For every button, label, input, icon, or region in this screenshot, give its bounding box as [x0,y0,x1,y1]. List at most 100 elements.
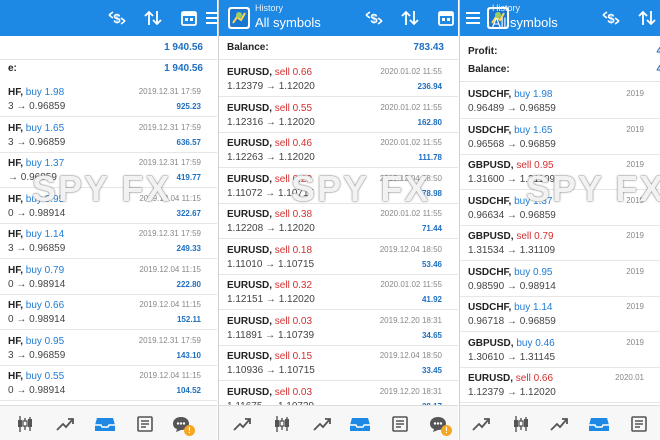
trade-icon[interactable] [548,413,570,435]
chat-icon[interactable]: ! [170,413,195,436]
deal-row[interactable]: GBPUSD, sell 0.79 1.31534 → 1.31109 2019 [460,226,660,261]
deal-side: buy 1.14 [25,229,65,240]
deal-row[interactable]: EURUSD, sell 0.38 1.12208 → 1.12020 2020.0… [219,204,458,239]
deal-row[interactable]: HF, buy 0.95 0 → 0.98914 2019.12.04 11:15 3… [0,189,217,224]
symbol-filter[interactable]: All symbols [492,15,558,31]
deal-row[interactable]: HF, buy 1.14 3 → 0.96859 2019.12.31 17:59 2… [0,224,217,259]
deal-side: buy 1.98 [514,89,553,100]
sort-icon[interactable] [142,7,164,29]
deal-side: buy 1.98 [25,87,65,98]
deal-row[interactable]: EURUSD, sell 0.15 1.10936 → 1.10715 2019.1… [219,346,458,381]
deal-prices: 0 → 0.98914 [8,278,66,290]
deal-symbol: HF, buy 0.66 [8,300,64,311]
currency-exchange-icon[interactable]: $ [106,7,128,29]
history-inbox-icon[interactable] [588,413,610,435]
deal-row[interactable]: EURUSD, sell 0.32 1.12151 → 1.12020 2020.0… [219,275,458,310]
menu-icon[interactable] [202,7,217,29]
deal-side: buy 1.65 [514,124,553,136]
deal-side: sell 0.95 [516,160,554,171]
deal-row[interactable]: GBPUSD, buy 0.46 1.30610 → 1.31145 2019 [460,333,660,368]
deal-side: sell 0.66 [274,67,313,78]
deal-row[interactable]: EURUSD, sell 0.66 1.12379 → 1.12020 2020.0… [460,368,660,403]
deal-row[interactable]: USDCHF, buy 1.14 0.96718 → 0.96859 2019 [460,297,660,332]
deal-row[interactable]: HF, buy 0.55 0 → 0.98914 2019.12.04 11:15 1… [0,366,217,401]
deal-symbol-text: GBPUSD, [468,160,514,171]
trade-icon[interactable] [311,413,333,435]
summary-value: 1 940.56 [164,63,203,74]
deal-time: 2019 [626,231,644,240]
history-panel-middle: History All symbols $ Balance: 783.43 EU… [218,0,458,440]
deal-row[interactable]: USDCHF, buy 0.95 0.98590 → 0.98914 2019 [460,262,660,297]
sort-icon[interactable] [636,7,658,29]
deal-row[interactable]: HF, buy 0.66 0 → 0.98914 2019.12.04 11:15 1… [0,295,217,330]
deal-row[interactable]: GBPUSD, sell 0.95 1.31600 → 1.31109 2019 [460,155,660,190]
deal-symbol: HF, buy 1.65 [8,123,64,134]
deal-row[interactable]: HF, buy 0.95 3 → 0.96859 2019.12.31 17:59 1… [0,331,217,366]
summary-value: 783.43 [413,42,444,53]
deal-side: sell 0.32 [274,280,313,291]
history-inbox-icon[interactable] [349,413,371,435]
trade-icon[interactable] [231,413,253,435]
deal-time: 2020.01.02 11:55 [380,209,442,218]
deal-row[interactable]: EURUSD, sell 0.46 1.12263 → 1.12020 2020.0… [219,133,458,168]
deal-row[interactable]: USDCHF, buy 1.65 0.96568 → 0.96859 2019 [460,120,660,155]
deal-symbol-text: EURUSD, [227,67,273,78]
deal-row[interactable]: HF, buy 1.98 3 → 0.96859 2019.12.31 17:59 9… [0,82,217,117]
deal-profit: 53.46 [421,259,442,269]
chat-icon[interactable]: ! [427,413,452,436]
svg-text:$: $ [607,11,615,26]
deal-row[interactable]: HF, buy 1.37 → 0.96859 2019.12.31 17:59 419… [0,153,217,188]
top-bar: $ [0,0,217,36]
deal-symbol: EURUSD, sell 0.46 [227,138,312,149]
candlestick-chart-icon[interactable] [14,413,36,435]
deal-symbol-text: HF, [8,229,23,240]
deal-row[interactable]: EURUSD, sell 0.18 1.11010 → 1.10715 2019.1… [219,240,458,275]
bottom-nav [460,405,660,440]
currency-exchange-icon[interactable]: $ [363,7,385,29]
deal-prices: 1.11010 → 1.10715 [227,258,315,270]
deal-symbol: USDCHF, buy 1.98 [468,89,553,100]
deal-prices: 1.11072 → 1.10715 [227,187,315,199]
calendar-icon[interactable] [178,7,200,29]
deal-side: sell 0.03 [274,386,313,398]
deal-symbol-text: EURUSD, [227,351,273,362]
calendar-icon[interactable] [459,7,460,29]
news-icon[interactable] [628,413,650,435]
deal-row[interactable]: EURUSD, sell 0.66 1.12379 → 1.12020 2020.0… [219,62,458,97]
deal-side: buy 1.14 [514,302,553,313]
trade-icon[interactable] [54,413,76,435]
deal-row[interactable]: HF, buy 1.65 3 → 0.96859 2019.12.31 17:59 6… [0,118,217,153]
deal-row[interactable]: USDCHF, buy 1.98 0.96489 → 0.96859 2019 [460,84,660,119]
news-icon[interactable] [389,413,411,435]
deal-symbol: GBPUSD, sell 0.79 [468,231,554,242]
news-icon[interactable] [134,413,156,435]
trade-icon[interactable] [470,413,492,435]
history-inbox-icon[interactable] [94,413,116,435]
deal-row[interactable]: HF, buy 0.79 0 → 0.98914 2019.12.04 11:15 2… [0,260,217,295]
summary-value: 1 940.56 [164,42,203,53]
summary-row: Balance: 783.43 [219,36,458,60]
deal-row[interactable]: EURUSD, sell 0.22 1.11072 → 1.10715 2019.1… [219,169,458,204]
deal-time: 2020.01.02 11:55 [380,280,442,289]
deal-symbol-text: EURUSD, [468,373,514,384]
candlestick-chart-icon[interactable] [510,413,532,435]
menu-icon[interactable] [462,7,484,29]
currency-exchange-icon[interactable]: $ [600,7,622,29]
deal-side: sell 0.18 [274,244,313,256]
sort-icon[interactable] [399,7,421,29]
candlestick-chart-icon[interactable] [271,413,293,435]
deal-symbol: EURUSD, sell 0.18 [227,245,312,256]
deal-time: 2019.12.31 17:59 [138,87,201,96]
deal-prices: 0 → 0.98914 [8,314,66,325]
deal-row[interactable]: USDCHF, buy 1.37 0.96634 → 0.96859 2019 [460,191,660,226]
deal-prices: 3 → 0.96859 [8,136,66,148]
deal-row[interactable]: EURUSD, sell 0.55 1.12316 → 1.12020 2020.0… [219,98,458,133]
summary-label: e: [8,63,17,74]
deal-symbol-text: EURUSD, [227,386,273,398]
deal-side: sell 0.55 [274,102,313,114]
deal-symbol-text: EURUSD, [227,209,273,220]
deal-symbol-text: USDCHF, [468,195,512,207]
symbol-filter[interactable]: All symbols [255,15,321,31]
calendar-icon[interactable] [435,7,457,29]
deal-row[interactable]: EURUSD, sell 0.03 1.11891 → 1.10739 2019.1… [219,311,458,346]
